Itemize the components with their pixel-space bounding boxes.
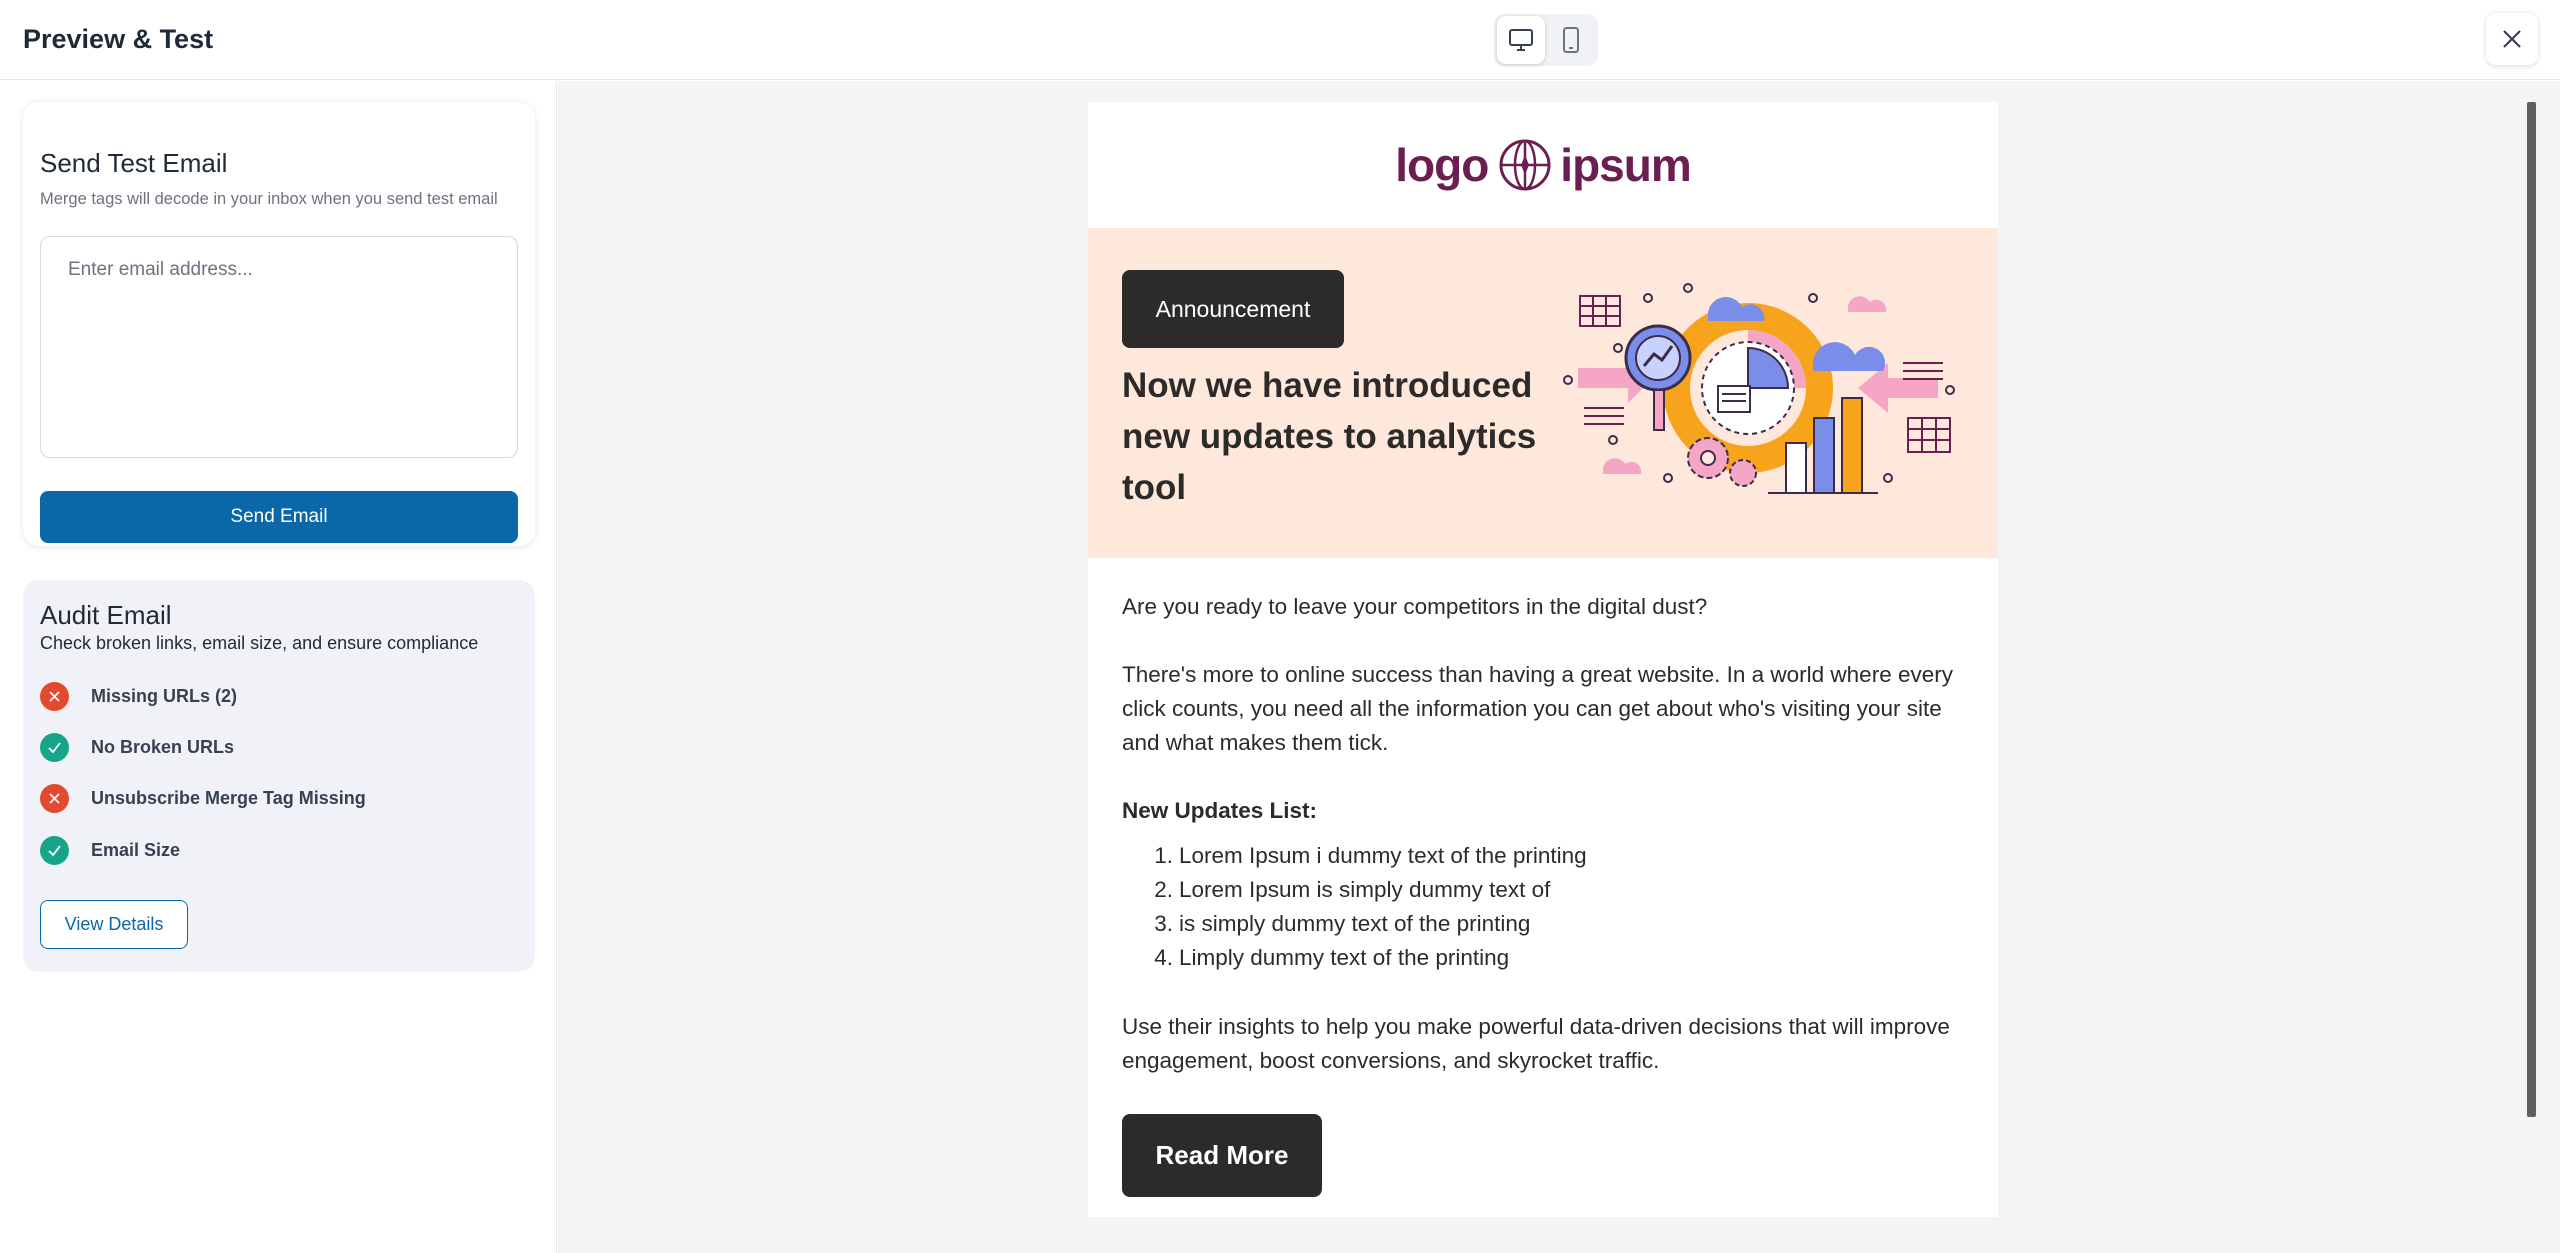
list-item-text: Limply dummy text of the printing (1179, 945, 1510, 970)
audit-subtitle: Check broken links, email size, and ensu… (40, 633, 479, 653)
top-bar: Preview & Test (0, 0, 2560, 80)
error-x-icon (40, 783, 69, 813)
list-item: 3. is simply dummy text of the printing (1122, 907, 1972, 941)
view-details-button[interactable]: View Details (40, 900, 188, 949)
email-list-title: New Updates List: (1122, 798, 1318, 823)
audit-item-unsubscribe-tag: Unsubscribe Merge Tag Missing (40, 783, 366, 813)
device-toggle (1494, 14, 1598, 66)
list-item: 4. Limply dummy text of the printing (1122, 941, 1972, 975)
audit-email-card: Audit Email Check broken links, email si… (23, 580, 535, 972)
sidebar: Send Test Email Merge tags will decode i… (0, 81, 557, 1253)
close-icon (2503, 30, 2521, 48)
audit-item-label: Unsubscribe Merge Tag Missing (91, 787, 366, 808)
preview-scrollbar[interactable] (2527, 102, 2536, 1117)
email-logo-row: logo ipsum (1088, 102, 1998, 228)
list-item-text: Lorem Ipsum i dummy text of the printing (1179, 843, 1587, 868)
hero-title: Now we have introduced new updates to an… (1122, 366, 1537, 507)
read-more-button[interactable]: Read More (1122, 1114, 1322, 1197)
desktop-icon (1509, 29, 1533, 51)
send-email-button[interactable]: Send Email (40, 491, 518, 543)
audit-item-missing-urls: Missing URLs (2) (40, 681, 237, 711)
audit-title: Audit Email (40, 600, 172, 630)
audit-item-broken-urls: No Broken URLs (40, 732, 234, 762)
email-logo[interactable]: logo ipsum (1395, 138, 1692, 192)
logo-text-right: ipsum (1560, 139, 1691, 191)
desktop-view-button[interactable] (1497, 16, 1545, 64)
email-paragraph-1: Are you ready to leave your competitors … (1122, 594, 1708, 619)
list-item: 1. Lorem Ipsum i dummy text of the printi… (1122, 839, 1972, 873)
check-icon (40, 732, 69, 762)
close-button[interactable] (2486, 13, 2538, 65)
announcement-badge: Announcement (1122, 270, 1344, 348)
logo-globe-icon (1499, 139, 1551, 191)
analytics-illustration-icon (1563, 283, 1955, 494)
error-x-icon (40, 681, 69, 711)
audit-item-label: Missing URLs (2) (91, 685, 238, 706)
list-item-text: Lorem Ipsum is simply dummy text of (1179, 877, 1551, 902)
email-hero: Announcement Now we have introduced new … (1088, 228, 1998, 558)
updates-list: 1. Lorem Ipsum i dummy text of the printi… (1122, 839, 1972, 975)
email-paragraph-3: Use their insights to help you make powe… (1122, 1014, 1950, 1073)
send-test-subtitle: Merge tags will decode in your inbox whe… (40, 190, 498, 208)
mobile-icon (1563, 27, 1579, 53)
list-item: 2. Lorem Ipsum is simply dummy text of (1122, 873, 1972, 907)
audit-item-label: Email Size (91, 839, 181, 860)
audit-item-email-size: Email Size (40, 835, 180, 865)
logo-text-left: logo (1395, 139, 1489, 191)
send-test-title: Send Test Email (40, 148, 228, 178)
page-title: Preview & Test (23, 24, 214, 54)
email-body: logo ipsum Announcement Now we have intr… (1088, 102, 1998, 1217)
check-icon (40, 835, 69, 865)
email-paragraph-2: There's more to online success than havi… (1122, 662, 1953, 755)
list-item-text: is simply dummy text of the printing (1179, 911, 1531, 936)
email-address-input[interactable] (40, 236, 518, 458)
send-test-email-card: Send Test Email Merge tags will decode i… (23, 102, 535, 546)
mobile-view-button[interactable] (1547, 16, 1595, 64)
audit-item-label: No Broken URLs (91, 736, 235, 757)
